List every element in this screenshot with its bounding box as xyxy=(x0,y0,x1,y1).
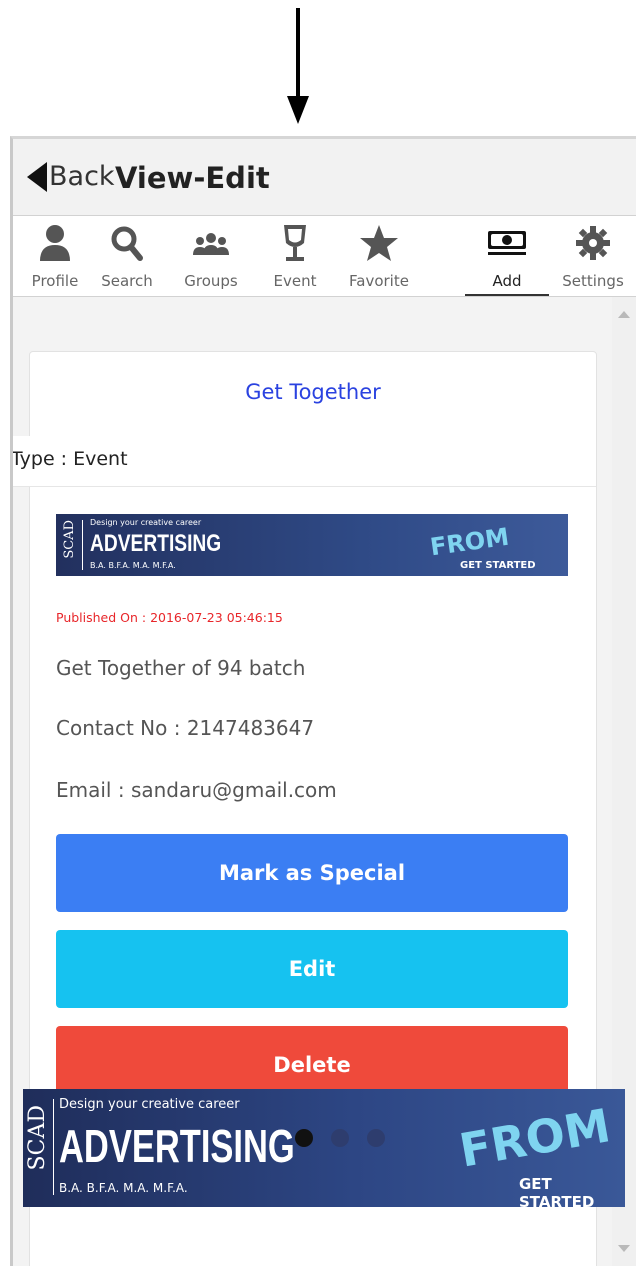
scroll-down-icon[interactable] xyxy=(618,1245,630,1252)
tab-label: Search xyxy=(101,272,153,290)
carousel-dot[interactable] xyxy=(331,1129,349,1147)
carousel-dots xyxy=(295,1129,385,1147)
ad-art-text: FROM xyxy=(428,522,511,562)
type-row: Type : Event xyxy=(13,436,596,487)
event-glass-icon xyxy=(284,225,306,261)
mark-special-button[interactable]: Mark as Special xyxy=(56,834,568,912)
tab-favorite[interactable]: Favorite xyxy=(337,216,421,296)
gear-icon xyxy=(576,226,610,260)
search-icon xyxy=(111,226,143,261)
card-header: Get Together xyxy=(30,352,596,437)
type-label: Type : Event xyxy=(13,448,128,470)
ad-headline: ADVERTISING xyxy=(90,530,222,557)
contact-number: Contact No : 2147483647 xyxy=(56,716,315,740)
tab-bar: Profile Search Groups Event Favorite Add… xyxy=(13,216,636,297)
ad-headline: ADVERTISING xyxy=(59,1120,295,1172)
ad-cta: GET STARTED xyxy=(519,1175,595,1207)
ad-art-text: FROM xyxy=(455,1098,615,1178)
ad-cta: GET STARTED xyxy=(460,560,536,571)
app-window: Back View-Edit Profile Search Groups Eve… xyxy=(10,136,636,1266)
down-arrow-icon xyxy=(287,8,309,124)
content-area[interactable]: Get Together Type : Event SCAD Design yo… xyxy=(13,297,636,1266)
back-button[interactable]: Back xyxy=(27,161,115,192)
tab-label: Settings xyxy=(562,272,624,290)
card-title: Get Together xyxy=(245,380,381,404)
groups-icon xyxy=(193,233,229,255)
tab-label: Event xyxy=(273,272,317,290)
tab-settings[interactable]: Settings xyxy=(551,216,635,296)
tab-add[interactable]: Add xyxy=(465,216,549,296)
ad-banner-large[interactable]: SCAD Design your creative career ADVERTI… xyxy=(23,1089,625,1207)
back-label: Back xyxy=(49,161,115,192)
ad-banner-small[interactable]: SCAD Design your creative career ADVERTI… xyxy=(56,514,568,576)
event-description: Get Together of 94 batch xyxy=(56,656,306,680)
ad-brand: SCAD xyxy=(25,1105,50,1171)
scroll-up-icon[interactable] xyxy=(618,311,630,318)
back-arrow-icon xyxy=(27,161,47,192)
edit-button[interactable]: Edit xyxy=(56,930,568,1008)
email-address: Email : sandaru@gmail.com xyxy=(56,778,337,802)
ad-degrees: B.A. B.F.A. M.A. M.F.A. xyxy=(59,1181,188,1195)
carousel-dot[interactable] xyxy=(367,1129,385,1147)
star-icon xyxy=(360,225,398,261)
ad-tagline: Design your creative career xyxy=(90,518,202,527)
tab-label: Add xyxy=(492,272,522,290)
tab-label: Groups xyxy=(184,272,238,290)
tab-search[interactable]: Search xyxy=(85,216,169,296)
page-title: View-Edit xyxy=(115,161,270,195)
profile-icon xyxy=(40,225,70,261)
published-date: Published On : 2016-07-23 05:46:15 xyxy=(56,610,283,625)
tab-groups[interactable]: Groups xyxy=(169,216,253,296)
ad-divider xyxy=(53,1099,54,1195)
ad-degrees: B.A. B.F.A. M.A. M.F.A. xyxy=(90,561,176,570)
ad-tagline: Design your creative career xyxy=(59,1097,240,1112)
carousel-dot[interactable] xyxy=(295,1129,313,1147)
tab-label: Favorite xyxy=(349,272,409,290)
header-bar: Back View-Edit xyxy=(13,139,636,216)
tab-event[interactable]: Event xyxy=(253,216,337,296)
money-icon xyxy=(488,231,526,255)
ad-brand: SCAD xyxy=(62,520,77,559)
ad-divider xyxy=(82,520,83,570)
